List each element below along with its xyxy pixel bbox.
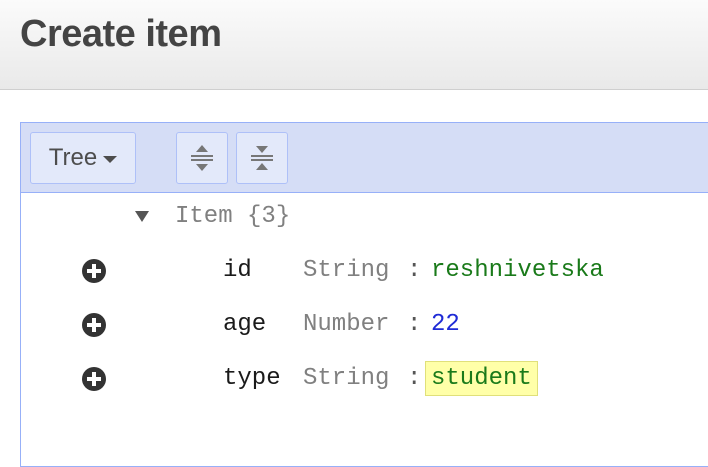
editor-menu-bar: Tree (21, 123, 708, 193)
chevron-down-icon (103, 156, 118, 163)
page-title: Create item (20, 13, 222, 55)
mode-label: Tree (48, 144, 98, 171)
field-type[interactable]: String (303, 257, 389, 284)
tree-row: type String : student (21, 359, 708, 399)
tree-root-row: Item {3} (21, 197, 708, 237)
collapse-all-button[interactable] (236, 132, 288, 184)
json-editor: Tree Item {3} id String: reshnivetska a… (20, 122, 708, 467)
field-type[interactable]: Number (303, 311, 389, 338)
page-header: Create item (0, 0, 708, 90)
field-type[interactable]: String (303, 365, 389, 392)
field-separator: : (407, 365, 422, 392)
expand-all-icon (191, 145, 213, 171)
field-value[interactable]: reshnivetska (431, 257, 604, 284)
add-circle-icon[interactable] (81, 258, 107, 284)
collapse-all-icon (251, 146, 273, 170)
field-name[interactable]: id (223, 257, 252, 284)
field-value[interactable]: 22 (431, 311, 460, 338)
add-circle-icon[interactable] (81, 312, 107, 338)
field-separator: : (407, 311, 422, 338)
root-label: Item {3} (175, 203, 291, 230)
field-separator: : (407, 257, 422, 284)
field-value-highlighted[interactable]: student (425, 361, 538, 396)
expand-all-button[interactable] (176, 132, 228, 184)
expand-triangle-icon[interactable] (135, 211, 149, 222)
tree-row: id String : reshnivetska (21, 251, 708, 291)
add-circle-icon[interactable] (81, 366, 107, 392)
field-name[interactable]: age (223, 311, 266, 338)
field-name[interactable]: type (223, 365, 281, 392)
tree-row: age Number : 22 (21, 305, 708, 345)
mode-dropdown-button[interactable]: Tree (30, 132, 136, 184)
